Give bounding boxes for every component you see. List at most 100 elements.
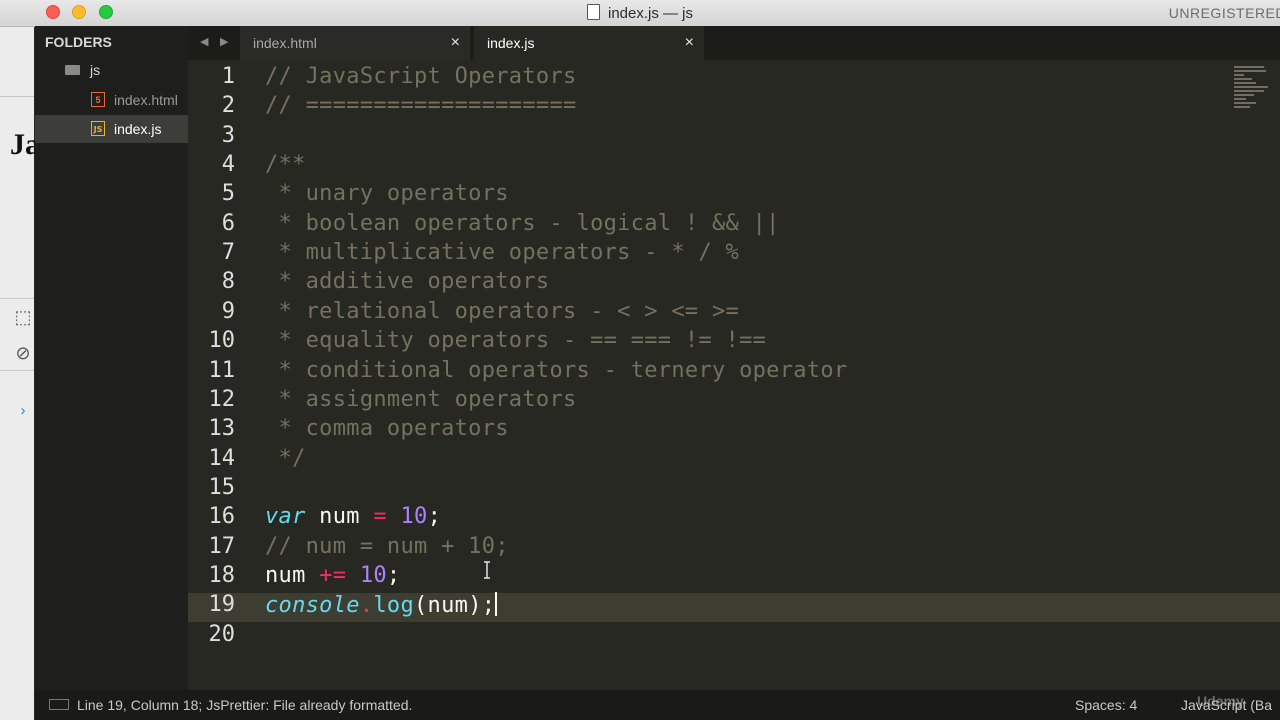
code-token: +=	[319, 562, 347, 588]
code-line[interactable]: // ====================	[265, 93, 577, 118]
tab-close-icon[interactable]: ×	[451, 26, 460, 60]
code-editor[interactable]: 1 2 3 4 5 6 7 8 9 10 11 12 13 14 15 16 17 18 19 20 // JavaS…	[188, 60, 1280, 690]
line-number: 4	[221, 152, 235, 178]
chevron-right-icon[interactable]: ›	[12, 400, 34, 422]
line-number: 3	[221, 122, 235, 148]
text-caret	[495, 592, 498, 617]
code-line[interactable]: * relational operators - < > <= >=	[265, 299, 739, 324]
code-token: * unary operators	[265, 181, 509, 207]
status-message: Line 19, Column 18; JsPrettier: File alr…	[77, 697, 413, 713]
line-number: 6	[221, 210, 235, 236]
sidebar: FOLDERS js 5 index.html JS index.js	[35, 26, 188, 690]
code-line[interactable]: /**	[265, 152, 306, 177]
unregistered-label: UNREGISTERED	[1168, 5, 1280, 21]
tab-label: index.html	[253, 35, 317, 51]
code-line[interactable]: * unary operators	[265, 181, 509, 206]
line-number: 7	[221, 240, 235, 266]
html5-icon: 5	[91, 92, 105, 107]
code-line[interactable]: */	[265, 446, 306, 471]
code-token: .	[359, 593, 374, 619]
code-token: // num = num + 10;	[265, 533, 509, 559]
status-bar: Line 19, Column 18; JsPrettier: File alr…	[35, 690, 1280, 720]
code-token: console	[265, 593, 360, 619]
code-token: * boolean operators - logical ! && ||	[265, 210, 780, 236]
tab-scroll-right-icon[interactable]: ▶	[220, 35, 228, 48]
code-token: * assignment operators	[265, 386, 577, 412]
code-line[interactable]: var num = 10;	[265, 504, 441, 529]
code-line[interactable]: * boolean operators - logical ! && ||	[265, 211, 780, 236]
code-token: * multiplicative operators - * / %	[265, 240, 740, 266]
line-number: 17	[208, 533, 236, 559]
panel-toggle-icon[interactable]	[49, 699, 69, 710]
code-line[interactable]: * assignment operators	[265, 387, 577, 412]
line-number: 1	[221, 64, 235, 89]
code-token: // ====================	[265, 93, 577, 119]
line-number: 12	[208, 386, 236, 412]
background-divider	[0, 298, 34, 299]
code-token: var	[265, 504, 306, 530]
tab-index-html[interactable]: index.html ×	[240, 26, 470, 60]
text-cursor-icon	[484, 561, 490, 579]
folder-icon	[65, 65, 80, 75]
code-line[interactable]: * additive operators	[265, 269, 550, 295]
tab-scroll-left-icon[interactable]: ◀	[200, 35, 208, 48]
sidebar-item-index-html[interactable]: 5 index.html	[35, 86, 188, 114]
code-token: * relational operators - < > <= >=	[265, 298, 740, 324]
code-token: */	[265, 445, 306, 471]
code-line[interactable]: * conditional operators - ternery operat…	[265, 357, 848, 383]
line-number: 15	[208, 474, 236, 500]
code-line[interactable]: console.log(num);	[265, 592, 498, 619]
code-token: * additive operators	[265, 269, 550, 295]
code-token: * comma operators	[265, 416, 509, 442]
block-icon[interactable]: ⊘	[12, 342, 34, 364]
indentation-setting[interactable]: Spaces: 4	[1075, 690, 1137, 720]
line-number: 8	[221, 269, 235, 295]
minimap[interactable]	[1234, 66, 1274, 116]
sidebar-header: FOLDERS	[45, 34, 112, 50]
tab-close-icon[interactable]: ×	[685, 26, 694, 60]
code-line[interactable]: * multiplicative operators - * / %	[265, 240, 739, 265]
sidebar-item-label: index.html	[114, 92, 178, 108]
background-divider	[0, 370, 34, 371]
code-token: =	[373, 504, 387, 530]
code-token: num	[265, 562, 320, 588]
syntax-selector[interactable]: JavaScript (Ba	[1181, 690, 1272, 720]
window-title: index.js — js	[0, 4, 1280, 22]
line-number: 18	[208, 562, 236, 588]
sidebar-item-index-js[interactable]: JS index.js	[35, 115, 188, 143]
line-number: 16	[208, 504, 236, 530]
line-number: 20	[208, 621, 236, 647]
code-token: * conditional operators - ternery operat…	[265, 357, 848, 383]
code-line[interactable]: * equality operators - == === != !==	[265, 328, 766, 353]
code-token: log	[373, 593, 415, 619]
code-token: num	[305, 504, 374, 530]
code-line[interactable]: // JavaScript Operators	[265, 64, 577, 89]
code-token: // JavaScript Operators	[265, 64, 577, 89]
window-title-text: index.js — js	[607, 5, 694, 22]
line-number: 11	[208, 357, 236, 383]
title-bar: index.js — js UNREGISTERED	[0, 0, 1280, 27]
line-number: 14	[208, 445, 236, 471]
code-token: ;	[386, 562, 401, 588]
line-number: 5	[221, 181, 235, 207]
js-file-icon: JS	[91, 121, 105, 136]
sidebar-folder-js[interactable]: js	[65, 62, 100, 78]
tab-index-js[interactable]: index.js ×	[474, 26, 704, 60]
code-line[interactable]: num += 10;	[265, 563, 400, 588]
background-divider	[0, 96, 34, 97]
line-number: 13	[208, 416, 236, 442]
inspect-element-icon[interactable]: ⬚	[12, 306, 34, 328]
line-number: 19	[208, 592, 236, 618]
code-token: 10	[359, 562, 387, 588]
background-window: Ja ⬚ ⊘ ›	[0, 0, 40, 720]
code-line[interactable]: // num = num + 10;	[265, 534, 509, 559]
sidebar-item-label: index.js	[114, 121, 162, 137]
code-line[interactable]: * comma operators	[265, 416, 509, 441]
code-token: ;	[427, 504, 442, 530]
sidebar-folder-label: js	[90, 62, 101, 78]
tab-bar: ◀ ▶ index.html × index.js ×	[188, 26, 1280, 60]
tab-label: index.js	[487, 35, 535, 51]
code-token: 10	[400, 504, 428, 530]
